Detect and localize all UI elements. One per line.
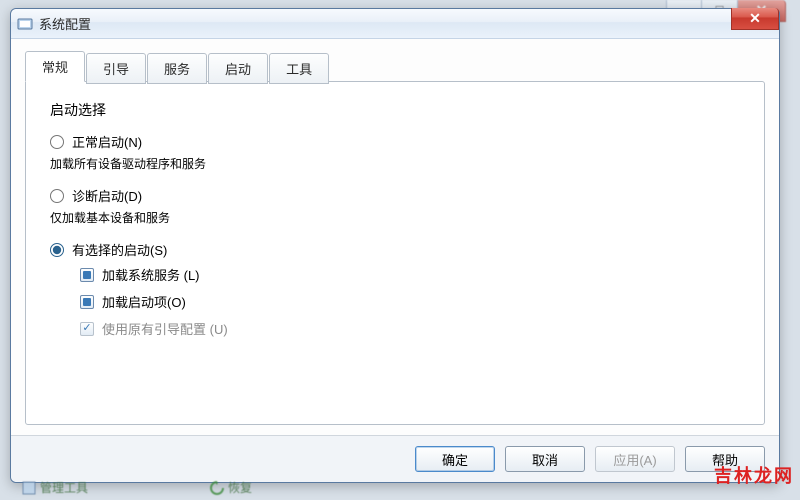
tab-general[interactable]: 常规: [25, 51, 85, 82]
bg-restore-label: 恢复: [228, 479, 252, 496]
tab-boot[interactable]: 引导: [86, 53, 146, 84]
checkbox-use-original-boot: [80, 322, 94, 336]
radio-selective-label: 有选择的启动(S): [72, 240, 167, 259]
check-startup-label: 加载启动项(O): [102, 292, 186, 311]
dialog-content: 常规 引导 服务 启动 工具 启动选择 正常启动(N) 加载所有设备驱动程序和服…: [11, 39, 779, 435]
radio-selective-startup[interactable]: [50, 243, 64, 257]
diagnostic-desc: 仅加载基本设备和服务: [50, 209, 740, 226]
check-sys-label: 加载系统服务 (L): [102, 265, 200, 284]
tabpage-general: 启动选择 正常启动(N) 加载所有设备驱动程序和服务 诊断启动(D) 仅加载基本…: [25, 81, 765, 425]
close-button[interactable]: ✕: [731, 8, 779, 30]
window-controls: ✕: [731, 8, 779, 30]
tab-services[interactable]: 服务: [147, 53, 207, 84]
msconfig-window: 系统配置 ✕ 常规 引导 服务 启动 工具 启动选择 正常启动(N) 加载所有设…: [10, 8, 780, 483]
option-diagnostic: 诊断启动(D) 仅加载基本设备和服务: [50, 186, 740, 226]
help-button[interactable]: 帮助: [685, 446, 765, 472]
cancel-button[interactable]: 取消: [505, 446, 585, 472]
apply-button: 应用(A): [595, 446, 675, 472]
startup-selection-label: 启动选择: [50, 100, 740, 120]
background-item-management: 管理工具: [22, 479, 88, 496]
radio-diagnostic-startup[interactable]: [50, 189, 64, 203]
checkbox-load-startup-items[interactable]: [80, 295, 94, 309]
button-bar: 确定 取消 应用(A) 帮助: [11, 435, 779, 482]
window-title: 系统配置: [39, 14, 91, 33]
check-boot-label: 使用原有引导配置 (U): [102, 319, 228, 338]
ok-button[interactable]: 确定: [415, 446, 495, 472]
radio-normal-startup[interactable]: [50, 135, 64, 149]
tabstrip: 常规 引导 服务 启动 工具: [25, 51, 765, 82]
selective-subchecks: 加载系统服务 (L) 加载启动项(O) 使用原有引导配置 (U): [80, 265, 740, 338]
tab-tools[interactable]: 工具: [269, 53, 329, 84]
normal-desc: 加载所有设备驱动程序和服务: [50, 155, 740, 172]
option-normal: 正常启动(N) 加载所有设备驱动程序和服务: [50, 132, 740, 172]
tab-startup[interactable]: 启动: [208, 53, 268, 84]
titlebar[interactable]: 系统配置 ✕: [11, 9, 779, 39]
radio-diagnostic-label: 诊断启动(D): [72, 186, 142, 205]
radio-normal-label: 正常启动(N): [72, 132, 142, 151]
checkbox-load-system-services[interactable]: [80, 268, 94, 282]
msconfig-icon: [17, 16, 33, 32]
background-item-restore: 恢复: [210, 479, 252, 496]
bg-mgmt-label: 管理工具: [40, 479, 88, 496]
option-selective: 有选择的启动(S) 加载系统服务 (L) 加载启动项(O) 使用原有引导配置 (…: [50, 240, 740, 338]
